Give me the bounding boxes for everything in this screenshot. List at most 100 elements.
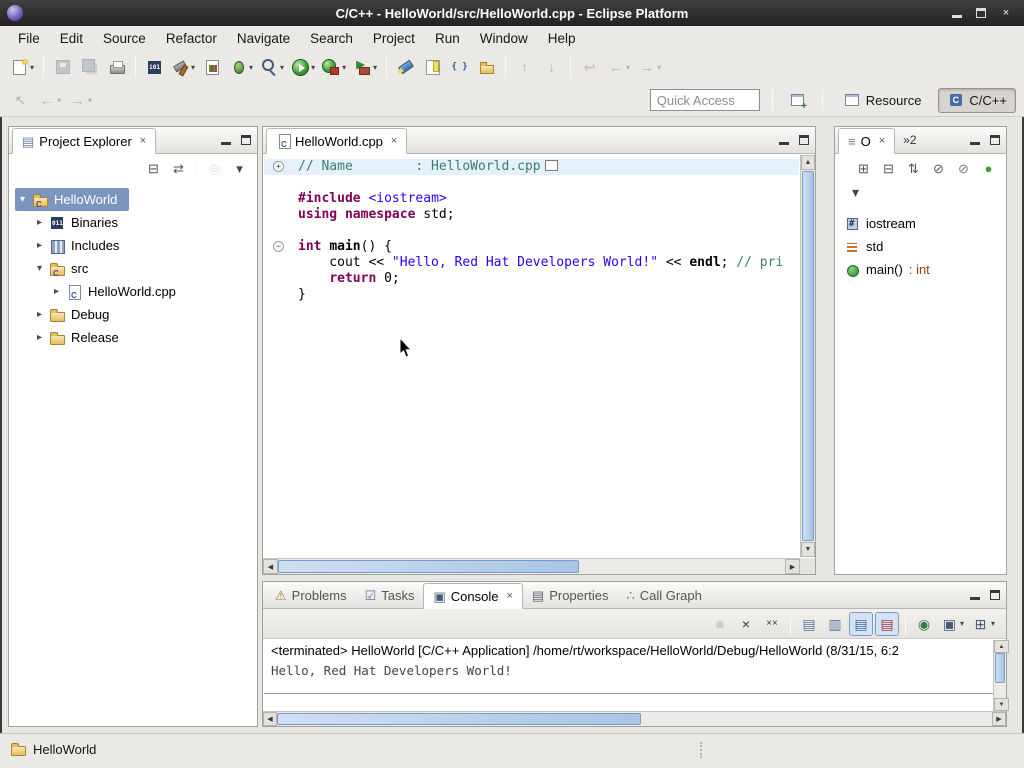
minimize-panel-button[interactable] <box>779 136 789 145</box>
tab-console[interactable]: ▣Console× <box>423 583 522 609</box>
collapse-all-button[interactable]: ⊟ <box>142 157 165 179</box>
run-history-button[interactable]: ▾ <box>320 54 349 80</box>
perspective-cpp-button[interactable]: C/C++ <box>938 88 1016 113</box>
tab-tasks[interactable]: ☑Tasks <box>356 582 424 608</box>
vertical-scrollbar-thumb[interactable] <box>995 653 1005 683</box>
build-all-button[interactable] <box>142 54 167 80</box>
scroll-up-icon[interactable]: ▲ <box>801 155 815 170</box>
external-tools-button[interactable]: ▾ <box>351 54 380 80</box>
remove-launch-button[interactable]: × <box>734 612 758 636</box>
menu-window[interactable]: Window <box>470 28 538 49</box>
open-console-button[interactable]: ⊞▾ <box>969 612 998 636</box>
print-button[interactable] <box>104 54 129 80</box>
code-analysis-button[interactable]: ▾ <box>258 54 287 80</box>
editor-vertical-scrollbar[interactable]: ▲ ▼ <box>800 155 815 557</box>
window-maximize-button[interactable] <box>976 8 986 18</box>
window-minimize-button[interactable] <box>952 9 962 18</box>
horizontal-scrollbar-thumb[interactable] <box>278 560 579 573</box>
coverage-button[interactable] <box>200 54 225 80</box>
display-selected-console-button[interactable]: ▣▾ <box>938 612 967 636</box>
tree-expander-icon[interactable]: ▸ <box>32 240 47 251</box>
close-icon[interactable]: × <box>140 135 146 147</box>
tab-project-explorer[interactable]: ▤ Project Explorer × <box>12 128 156 154</box>
maximize-panel-button[interactable] <box>799 135 809 145</box>
tree-item-helloworld-cpp[interactable]: CHelloWorld.cpp <box>64 282 178 302</box>
open-element-button[interactable] <box>447 54 472 80</box>
close-icon[interactable]: × <box>391 135 397 147</box>
scroll-down-icon[interactable]: ▼ <box>801 542 815 557</box>
link-with-editor-button[interactable]: ⇄ <box>167 157 190 179</box>
fold-collapsed-icon[interactable]: + <box>273 161 284 172</box>
maximize-panel-button[interactable] <box>990 135 1000 145</box>
menu-run[interactable]: Run <box>425 28 470 49</box>
window-close-button[interactable]: × <box>1000 7 1012 19</box>
scroll-left-icon[interactable]: ◀ <box>263 712 277 726</box>
new-wizard-button[interactable]: ▾ <box>8 54 37 80</box>
tree-expander-icon[interactable]: ▸ <box>32 332 47 343</box>
mark-occurrences-button[interactable] <box>420 54 445 80</box>
tree-item-release[interactable]: Release <box>47 328 121 348</box>
tree-item-src[interactable]: Csrc <box>47 259 90 279</box>
tree-expander-icon[interactable]: ▾ <box>32 263 47 274</box>
tree-item-binaries[interactable]: Binaries <box>47 213 120 233</box>
tab-helloworld-cpp[interactable]: C HelloWorld.cpp × <box>266 128 407 154</box>
menu-help[interactable]: Help <box>538 28 586 49</box>
menu-navigate[interactable]: Navigate <box>227 28 300 49</box>
collapse-all-button[interactable]: ⊟ <box>877 157 900 179</box>
build-button[interactable]: ▾ <box>169 54 198 80</box>
quick-access-input[interactable] <box>650 89 760 111</box>
scroll-left-icon[interactable]: ◀ <box>263 559 278 574</box>
console-text-area[interactable]: <terminated> HelloWorld [C/C++ Applicati… <box>264 640 993 711</box>
minimize-panel-button[interactable] <box>970 591 980 600</box>
scroll-right-icon[interactable]: ▶ <box>992 712 1006 726</box>
outline-item-iostream[interactable]: iostream <box>845 212 1002 235</box>
tab-callgraph[interactable]: ∴Call Graph <box>617 582 710 608</box>
perspective-resource-button[interactable]: Resource <box>835 88 931 113</box>
maximize-panel-button[interactable] <box>990 590 1000 600</box>
scroll-right-icon[interactable]: ▶ <box>785 559 800 574</box>
code-area[interactable]: +// Name : HelloWorld.cpp#include <iostr… <box>264 155 799 557</box>
view-menu-button[interactable]: ▾ <box>228 157 251 179</box>
show-on-stderr-button[interactable]: ▤ <box>875 612 899 636</box>
tree-item-debug[interactable]: Debug <box>47 305 111 325</box>
scroll-lock-button[interactable]: ▥ <box>823 612 847 636</box>
close-icon[interactable]: × <box>879 135 885 147</box>
scroll-down-icon[interactable]: ▼ <box>994 698 1009 711</box>
scroll-up-icon[interactable]: ▲ <box>994 640 1009 653</box>
vertical-scrollbar-thumb[interactable] <box>802 171 814 541</box>
menu-source[interactable]: Source <box>93 28 156 49</box>
menu-refactor[interactable]: Refactor <box>156 28 227 49</box>
hide-fields-button[interactable]: ⊘ <box>927 157 950 179</box>
pin-console-button[interactable]: ◉ <box>912 612 936 636</box>
tree-expander-icon[interactable]: ▸ <box>49 286 64 297</box>
run-button[interactable]: ▾ <box>289 54 318 80</box>
show-on-stdout-button[interactable]: ▤ <box>849 612 873 636</box>
maximize-panel-button[interactable] <box>241 135 251 145</box>
menu-edit[interactable]: Edit <box>50 28 93 49</box>
hide-static-button[interactable]: ⊘ <box>952 157 975 179</box>
minimize-panel-button[interactable] <box>221 136 231 145</box>
tab-properties[interactable]: ▤Properties <box>523 582 618 608</box>
expand-all-button[interactable]: ⊞ <box>852 157 875 179</box>
editor-horizontal-scrollbar[interactable]: ◀ ▶ <box>263 558 800 574</box>
tab-problems[interactable]: ⚠Problems <box>266 582 356 608</box>
collapsed-region-indicator[interactable] <box>545 160 558 171</box>
console-horizontal-scrollbar[interactable]: ◀ ▶ <box>263 711 1006 726</box>
tree-expander-icon[interactable]: ▸ <box>32 217 47 228</box>
open-perspective-button[interactable] <box>785 87 810 113</box>
tab-overflow-chevron[interactable]: »2 <box>895 133 924 147</box>
hide-non-public-button[interactable]: ● <box>977 157 1000 179</box>
sort-button[interactable]: ⇅ <box>902 157 925 179</box>
open-resource-button[interactable] <box>474 54 499 80</box>
clear-console-button[interactable]: ▤ <box>797 612 821 636</box>
tree-item-includes[interactable]: Includes <box>47 236 121 256</box>
debug-button[interactable]: ▾ <box>227 54 256 80</box>
tree-expander-icon[interactable]: ▾ <box>15 194 30 205</box>
menu-file[interactable]: File <box>8 28 50 49</box>
horizontal-scrollbar-thumb[interactable] <box>277 713 641 725</box>
minimize-panel-button[interactable] <box>970 136 980 145</box>
menu-search[interactable]: Search <box>300 28 363 49</box>
search-button[interactable] <box>393 54 418 80</box>
tree-expander-icon[interactable]: ▸ <box>32 309 47 320</box>
console-vertical-scrollbar[interactable]: ▲ ▼ <box>993 640 1006 711</box>
